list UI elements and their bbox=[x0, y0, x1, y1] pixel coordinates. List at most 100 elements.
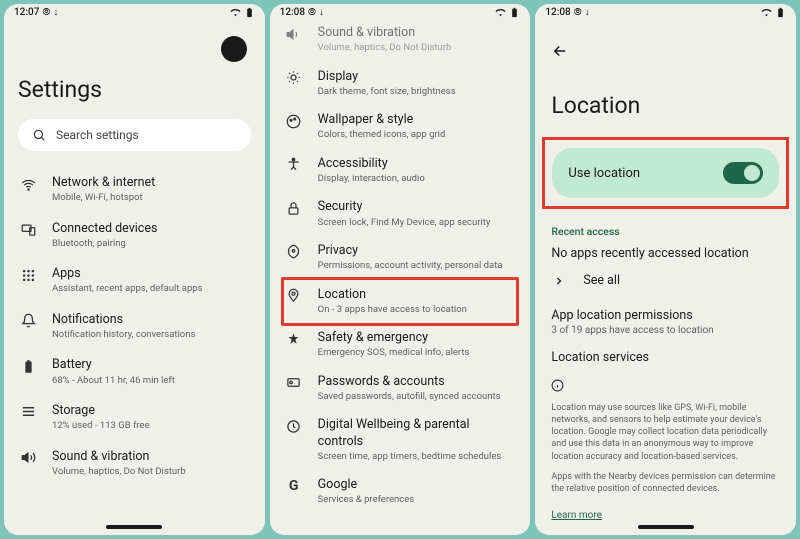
item-title: Google bbox=[318, 477, 515, 493]
item-title: Battery bbox=[52, 357, 249, 373]
item-sub: Colors, themed icons, app grid bbox=[318, 129, 515, 141]
wifi-icon bbox=[230, 7, 241, 18]
item-sub: Bluetooth, pairing bbox=[52, 238, 249, 250]
app-permissions-title[interactable]: App location permissions bbox=[551, 308, 782, 323]
phone-location-settings: 12:08 ⦾ ↓ Location Use location Recent a… bbox=[535, 4, 796, 535]
item-title: Privacy bbox=[318, 243, 515, 259]
item-battery[interactable]: Battery 68% - About 11 hr, 46 min left bbox=[18, 349, 251, 395]
download-icon: ↓ bbox=[585, 7, 590, 18]
nav-handle[interactable] bbox=[638, 525, 694, 529]
page-title: Settings bbox=[18, 76, 251, 103]
item-sub: Volume, haptics, Do Not Disturb bbox=[318, 42, 515, 54]
item-sub: On - 3 apps have access to location bbox=[318, 304, 515, 316]
search-icon bbox=[32, 128, 46, 142]
google-icon: G bbox=[286, 478, 302, 494]
no-apps-text: No apps recently accessed location bbox=[551, 246, 782, 261]
item-sub: Volume, haptics, Do Not Disturb bbox=[52, 466, 249, 478]
statusbar: 12:08 ⦾ ↓ bbox=[270, 4, 531, 20]
brightness-icon bbox=[286, 70, 301, 85]
item-title: Safety & emergency bbox=[318, 330, 515, 346]
highlight-use-location: Use location bbox=[542, 137, 789, 209]
location-icon bbox=[286, 288, 301, 303]
phone-settings-list: 12:08 ⦾ ↓ Sound & vibrationVolume, hapti… bbox=[270, 4, 531, 535]
wifi-icon bbox=[21, 177, 36, 192]
apps-icon bbox=[21, 268, 36, 283]
battery-icon bbox=[775, 7, 786, 18]
item-sub: Services & preferences bbox=[318, 494, 515, 506]
item-title: Connected devices bbox=[52, 221, 249, 237]
see-all-button[interactable]: See all bbox=[549, 267, 782, 302]
clock: 12:07 bbox=[14, 7, 39, 18]
item-accessibility[interactable]: AccessibilityDisplay, interaction, audio bbox=[284, 149, 517, 193]
item-sound[interactable]: Sound & vibrationVolume, haptics, Do Not… bbox=[18, 441, 251, 487]
item-title: Display bbox=[318, 69, 515, 85]
wifi-icon bbox=[761, 7, 772, 18]
switch-on[interactable] bbox=[723, 162, 763, 184]
item-sub: 68% - About 11 hr, 46 min left bbox=[52, 375, 249, 387]
statusbar: 12:08 ⦾ ↓ bbox=[535, 4, 796, 20]
item-google[interactable]: G GoogleServices & preferences bbox=[284, 470, 517, 514]
volume-icon bbox=[286, 27, 301, 42]
item-sub: Emergency SOS, medical info, alerts bbox=[318, 347, 515, 359]
item-security[interactable]: Security Screen lock, Find My Device, app… bbox=[284, 192, 517, 236]
info-text-1: Location may use sources like GPS, Wi-Fi… bbox=[549, 402, 782, 463]
avatar[interactable] bbox=[221, 36, 247, 62]
item-sub: Mobile, Wi-Fi, hotspot bbox=[52, 192, 249, 204]
chevron-right-icon bbox=[553, 275, 565, 287]
item-privacy[interactable]: PrivacyPermissions, account activity, pe… bbox=[284, 236, 517, 280]
item-title: Location bbox=[318, 287, 515, 303]
toggle-label: Use location bbox=[568, 166, 640, 181]
item-network[interactable]: Network & internetMobile, Wi-Fi, hotspot bbox=[18, 167, 251, 213]
item-sub: Saved passwords, autofill, synced accoun… bbox=[318, 391, 515, 403]
item-apps[interactable]: AppsAssistant, recent apps, default apps bbox=[18, 258, 251, 304]
use-location-toggle[interactable]: Use location bbox=[552, 148, 779, 198]
notification-icon: ⦾ bbox=[574, 7, 582, 18]
lock-icon bbox=[286, 201, 301, 216]
item-title: Security bbox=[318, 199, 515, 215]
item-sub: Screen time, app timers, bedtime schedul… bbox=[318, 451, 515, 463]
item-safety[interactable]: Safety & emergencyEmergency SOS, medical… bbox=[284, 323, 517, 367]
clock: 12:08 bbox=[280, 7, 305, 18]
devices-icon bbox=[21, 222, 36, 237]
palette-icon bbox=[286, 114, 301, 129]
nav-handle[interactable] bbox=[106, 525, 162, 529]
item-wellbeing[interactable]: Digital Wellbeing & parental controlsScr… bbox=[284, 410, 517, 470]
info-icon bbox=[551, 379, 564, 392]
download-icon: ↓ bbox=[53, 7, 58, 18]
back-icon[interactable] bbox=[551, 42, 569, 60]
search-input[interactable]: Search settings bbox=[18, 119, 251, 151]
wifi-icon bbox=[495, 7, 506, 18]
item-sub: 12% used - 113 GB free bbox=[52, 420, 249, 432]
item-storage[interactable]: Storage12% used - 113 GB free bbox=[18, 395, 251, 441]
item-location[interactable]: LocationOn - 3 apps have access to locat… bbox=[281, 277, 520, 327]
item-wallpaper[interactable]: Wallpaper & styleColors, themed icons, a… bbox=[284, 105, 517, 149]
clock: 12:08 bbox=[545, 7, 570, 18]
item-title: Accessibility bbox=[318, 156, 515, 172]
item-title: Sound & vibration bbox=[318, 25, 515, 41]
item-display[interactable]: DisplayDark theme, font size, brightness bbox=[284, 62, 517, 106]
key-icon bbox=[286, 375, 301, 390]
info-text-2: Apps with the Nearby devices permission … bbox=[549, 471, 782, 495]
phone-settings-home: 12:07 ⦾ ↓ Settings Search settings Netwo… bbox=[4, 4, 265, 535]
storage-icon bbox=[21, 404, 36, 419]
statusbar: 12:07 ⦾ ↓ bbox=[4, 4, 265, 20]
item-sound[interactable]: Sound & vibrationVolume, haptics, Do Not… bbox=[284, 20, 517, 62]
item-sub: Dark theme, font size, brightness bbox=[318, 86, 515, 98]
recent-access-label: Recent access bbox=[551, 225, 782, 238]
item-title: Passwords & accounts bbox=[318, 374, 515, 390]
item-notifications[interactable]: NotificationsNotification history, conve… bbox=[18, 304, 251, 350]
item-title: Network & internet bbox=[52, 175, 249, 191]
privacy-icon bbox=[286, 244, 301, 259]
item-passwords[interactable]: Passwords & accountsSaved passwords, aut… bbox=[284, 367, 517, 411]
accessibility-icon bbox=[286, 157, 301, 172]
volume-icon bbox=[21, 450, 36, 465]
see-all-label: See all bbox=[583, 273, 620, 288]
item-connected[interactable]: Connected devicesBluetooth, pairing bbox=[18, 213, 251, 259]
emergency-icon bbox=[286, 332, 301, 347]
item-sub: Screen lock, Find My Device, app securit… bbox=[318, 217, 515, 229]
learn-more-link[interactable]: Learn more bbox=[549, 510, 602, 521]
location-services-title[interactable]: Location services bbox=[551, 350, 782, 365]
wellbeing-icon bbox=[286, 419, 301, 434]
search-placeholder: Search settings bbox=[56, 128, 139, 142]
notification-icon: ⦾ bbox=[42, 7, 50, 18]
